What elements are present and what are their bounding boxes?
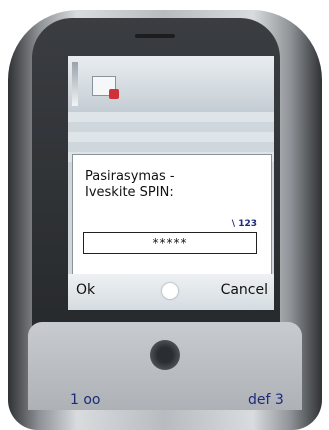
- ok-softkey[interactable]: Ok: [76, 282, 95, 298]
- dialog-prompt: Pasirasymas - Iveskite SPIN:: [85, 169, 175, 201]
- softkey-bar: Ok Cancel: [68, 274, 274, 310]
- pin-dialog: Pasirasymas - Iveskite SPIN: \ 123 *****: [72, 154, 272, 276]
- input-mode-indicator: \ 123: [231, 219, 257, 229]
- navigation-key[interactable]: [150, 340, 180, 370]
- key-3[interactable]: def 3: [248, 392, 284, 408]
- prompt-line-1: Pasirasymas -: [85, 169, 175, 184]
- pin-input[interactable]: *****: [83, 232, 257, 254]
- status-bar: [68, 56, 274, 112]
- signal-strength-icon: [72, 62, 78, 106]
- cancel-softkey[interactable]: Cancel: [221, 282, 268, 298]
- center-select-icon[interactable]: [162, 283, 178, 299]
- key-1[interactable]: 1 oo: [70, 392, 101, 408]
- phone-screen: Pasirasymas - Iveskite SPIN: \ 123 *****…: [68, 56, 274, 310]
- prompt-line-2: Iveskite SPIN:: [85, 185, 174, 200]
- earpiece-speaker: [135, 34, 175, 38]
- badge-icon: [109, 89, 119, 99]
- message-icon: [92, 76, 119, 99]
